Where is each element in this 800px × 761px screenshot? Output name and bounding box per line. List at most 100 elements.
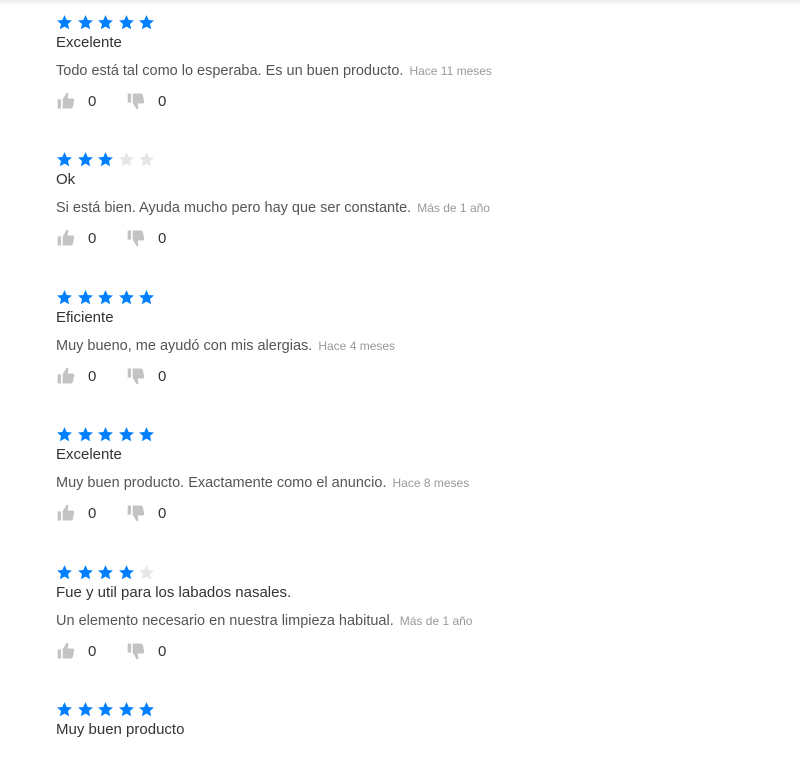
- thumbs-up-icon: [56, 503, 76, 523]
- review-item: Excelente Muy buen producto. Exactamente…: [56, 425, 756, 522]
- review-date: Más de 1 año: [399, 614, 473, 628]
- thumbs-up-icon: [56, 366, 76, 386]
- review-text: Muy bueno, me ayudó con mis alergias. Ha…: [56, 336, 395, 356]
- star-filled-icon: [118, 426, 134, 441]
- review-body: Muy bueno, me ayudó con mis alergias.: [56, 338, 313, 354]
- review-text: Todo está tal como lo esperaba. Es un bu…: [56, 61, 492, 81]
- like-count: 0: [88, 229, 97, 247]
- thumbs-down-icon: [126, 91, 146, 111]
- star-rating: [56, 150, 756, 168]
- star-filled-icon: [118, 564, 134, 579]
- review-title: Ok: [56, 171, 76, 188]
- star-rating: [56, 13, 756, 31]
- star-filled-icon: [98, 151, 113, 166]
- thumbs-up-icon: [56, 91, 76, 111]
- like-button[interactable]: 0: [56, 228, 126, 248]
- vote-bar: 0 0: [56, 227, 166, 249]
- star-filled-icon: [139, 14, 154, 29]
- star-filled-icon: [57, 14, 72, 29]
- dislike-button[interactable]: 0: [126, 503, 166, 523]
- review-item: Muy buen producto: [56, 700, 756, 738]
- vote-bar: 0 0: [56, 640, 166, 662]
- thumbs-down-icon: [126, 503, 146, 523]
- review-title: Excelente: [56, 446, 122, 463]
- star-filled-icon: [98, 289, 113, 304]
- star-empty-icon: [139, 564, 154, 579]
- star-filled-icon: [77, 14, 93, 29]
- dislike-button[interactable]: 0: [126, 641, 166, 661]
- like-button[interactable]: 0: [56, 503, 126, 523]
- star-filled-icon: [139, 426, 154, 441]
- review-title: Muy buen producto: [56, 721, 185, 738]
- like-button[interactable]: 0: [56, 91, 126, 111]
- star-filled-icon: [77, 289, 93, 304]
- star-empty-icon: [139, 151, 154, 166]
- star-filled-icon: [57, 289, 72, 304]
- star-filled-icon: [57, 701, 72, 716]
- star-rating: [56, 288, 756, 306]
- dislike-button[interactable]: 0: [126, 228, 166, 248]
- review-body: Todo está tal como lo esperaba. Es un bu…: [56, 63, 404, 79]
- star-filled-icon: [98, 14, 113, 29]
- review-item: Ok Si está bien. Ayuda mucho pero hay qu…: [56, 150, 756, 247]
- star-rating: [56, 700, 756, 718]
- thumbs-down-icon: [126, 641, 146, 661]
- vote-bar: 0 0: [56, 90, 166, 112]
- star-rating: [56, 425, 756, 443]
- star-filled-icon: [77, 564, 93, 579]
- star-filled-icon: [118, 14, 134, 29]
- review-item: Fue y util para los labados nasales. Un …: [56, 563, 756, 660]
- top-shadow: [0, 0, 800, 6]
- review-date: Más de 1 año: [417, 201, 490, 215]
- thumbs-down-icon: [126, 366, 146, 386]
- review-date: Hace 4 meses: [318, 339, 396, 353]
- star-empty-icon: [118, 151, 134, 166]
- review-body: Si está bien. Ayuda mucho pero hay que s…: [56, 200, 412, 216]
- dislike-count: 0: [158, 367, 167, 385]
- star-filled-icon: [139, 701, 154, 716]
- review-title: Eficiente: [56, 309, 114, 326]
- review-item: Eficiente Muy bueno, me ayudó con mis al…: [56, 288, 756, 385]
- star-filled-icon: [57, 564, 72, 579]
- star-filled-icon: [77, 426, 93, 441]
- reviews-page: Excelente Todo está tal como lo esperaba…: [0, 0, 800, 761]
- dislike-count: 0: [158, 92, 167, 110]
- review-title: Fue y util para los labados nasales.: [56, 584, 292, 601]
- like-button[interactable]: 0: [56, 366, 126, 386]
- like-button[interactable]: 0: [56, 641, 126, 661]
- review-item: Excelente Todo está tal como lo esperaba…: [56, 13, 756, 110]
- vote-bar: 0 0: [56, 365, 166, 387]
- star-rating: [56, 563, 756, 581]
- dislike-count: 0: [158, 229, 167, 247]
- star-filled-icon: [98, 701, 113, 716]
- dislike-button[interactable]: 0: [126, 366, 166, 386]
- thumbs-up-icon: [56, 641, 76, 661]
- review-date: Hace 8 meses: [392, 476, 470, 490]
- dislike-button[interactable]: 0: [126, 91, 166, 111]
- review-text: Un elemento necesario en nuestra limpiez…: [56, 611, 472, 631]
- star-filled-icon: [98, 564, 113, 579]
- review-title: Excelente: [56, 34, 122, 51]
- review-text: Muy buen producto. Exactamente como el a…: [56, 473, 469, 493]
- star-filled-icon: [98, 426, 113, 441]
- like-count: 0: [88, 642, 97, 660]
- vote-bar: 0 0: [56, 502, 166, 524]
- star-filled-icon: [57, 151, 72, 166]
- dislike-count: 0: [158, 642, 167, 660]
- thumbs-down-icon: [126, 228, 146, 248]
- review-date: Hace 11 meses: [409, 64, 492, 78]
- star-filled-icon: [139, 289, 154, 304]
- review-body: Un elemento necesario en nuestra limpiez…: [56, 613, 394, 629]
- star-filled-icon: [118, 701, 134, 716]
- like-count: 0: [88, 504, 97, 522]
- star-filled-icon: [118, 289, 134, 304]
- review-body: Muy buen producto. Exactamente como el a…: [56, 475, 387, 491]
- like-count: 0: [88, 92, 97, 110]
- like-count: 0: [88, 367, 97, 385]
- review-text: Si está bien. Ayuda mucho pero hay que s…: [56, 198, 490, 218]
- thumbs-up-icon: [56, 228, 76, 248]
- star-filled-icon: [77, 701, 93, 716]
- dislike-count: 0: [158, 504, 167, 522]
- star-filled-icon: [57, 426, 72, 441]
- star-filled-icon: [77, 151, 93, 166]
